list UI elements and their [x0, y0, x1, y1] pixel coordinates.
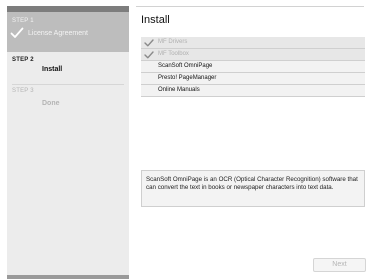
- component-label: MF Drivers: [158, 39, 188, 45]
- header-rule: [136, 6, 364, 7]
- step-license-agreement: STEP 1 License Agreement: [7, 12, 129, 52]
- step-label: Done: [42, 100, 60, 107]
- next-button[interactable]: Next: [313, 258, 366, 272]
- component-label: Online Manuals: [158, 87, 200, 93]
- component-list: MF Drivers MF Toolbox ScanSoft OmniPage …: [141, 37, 365, 97]
- component-item-mf-toolbox: MF Toolbox: [141, 49, 365, 61]
- page-title: Install: [141, 14, 170, 26]
- step-done: STEP 3 Done: [7, 84, 129, 124]
- sidebar-bottom-bar: [7, 275, 129, 279]
- component-label: MF Toolbox: [158, 51, 189, 57]
- component-item-scansoft-omnipage[interactable]: ScanSoft OmniPage: [141, 61, 365, 73]
- step-number: STEP 3: [12, 88, 34, 94]
- component-label: Presto! PageManager: [158, 75, 217, 81]
- checkmark-icon: [144, 51, 154, 59]
- step-label: Install: [42, 66, 63, 73]
- component-description: ScanSoft OmniPage is an OCR (Optical Cha…: [141, 170, 365, 207]
- step-number: STEP 2: [12, 57, 34, 63]
- component-item-mf-drivers: MF Drivers: [141, 37, 365, 49]
- step-label: License Agreement: [28, 30, 88, 37]
- step-install: STEP 2 Install: [7, 52, 129, 84]
- component-item-presto-pagemanager[interactable]: Presto! PageManager: [141, 73, 365, 85]
- component-item-online-manuals[interactable]: Online Manuals: [141, 85, 365, 97]
- step-number: STEP 1: [12, 18, 34, 24]
- component-label: ScanSoft OmniPage: [158, 63, 213, 69]
- checkmark-icon: [10, 27, 24, 38]
- checkmark-icon: [144, 39, 154, 47]
- wizard-sidebar: STEP 1 License Agreement STEP 2 Install …: [7, 6, 129, 279]
- description-text: ScanSoft OmniPage is an OCR (Optical Cha…: [146, 176, 358, 191]
